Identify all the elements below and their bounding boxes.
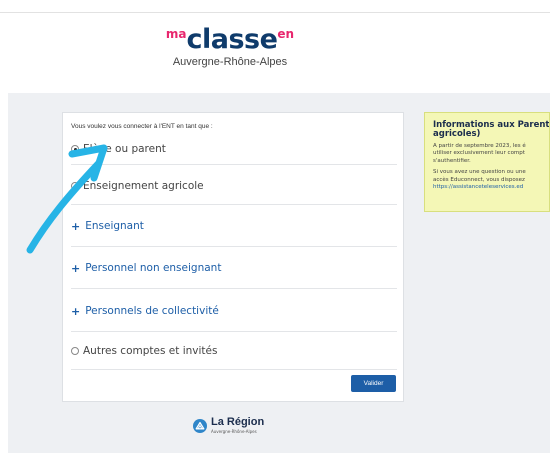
divider	[71, 246, 397, 247]
divider	[71, 164, 397, 165]
login-prompt: Vous voulez vous connecter à l'ENT en ta…	[71, 123, 213, 130]
option-personnel-non-enseignant[interactable]: + Personnel non enseignant	[71, 258, 221, 278]
info-text-line: s'authentifier.	[433, 157, 471, 164]
option-eleve-parent[interactable]: Elève ou parent	[71, 139, 166, 159]
radio-unchecked-icon[interactable]	[71, 347, 79, 355]
option-autres-comptes[interactable]: Autres comptes et invités	[71, 341, 217, 361]
plus-icon: +	[71, 304, 81, 318]
info-text-line: A partir de septembre 2023, les é	[433, 142, 526, 149]
logo-ma: ma	[165, 27, 187, 41]
radio-unchecked-icon[interactable]	[71, 182, 79, 190]
option-label: Personnels de collectivité	[85, 305, 219, 317]
info-title-line: agricoles)	[433, 128, 481, 139]
option-personnels-collectivite[interactable]: + Personnels de collectivité	[71, 301, 219, 321]
divider	[71, 369, 397, 370]
logo-classe: classe	[186, 24, 278, 55]
logo-subtitle: Auvergne-Rhône-Alpes	[172, 56, 288, 68]
option-label: Enseignement agricole	[83, 180, 204, 192]
maclasseen-logo: maclasseen Auvergne-Rhône-Alpes	[160, 26, 300, 68]
divider	[71, 288, 397, 289]
region-subtitle: Auvergne-Rhône-Alpes	[211, 429, 257, 434]
divider	[71, 204, 397, 205]
region-logo-icon	[193, 418, 207, 433]
logo-en: en	[277, 27, 295, 41]
valider-button[interactable]: Valider	[351, 375, 396, 392]
assistance-link[interactable]: https://assistanceteleservices.ed	[433, 184, 549, 191]
info-text-line: utiliser exclusivement leur compt	[433, 150, 525, 157]
info-paragraph: Si vous avez une question ou une accès E…	[433, 169, 549, 191]
info-text-line: Si vous avez une question ou une	[433, 169, 526, 176]
plus-icon: +	[71, 261, 81, 275]
option-label: Personnel non enseignant	[85, 262, 222, 274]
plus-icon: +	[71, 219, 81, 233]
top-divider	[0, 12, 550, 13]
divider	[71, 331, 397, 332]
la-region-logo: La Région Auvergne-Rhône-Alpes	[193, 417, 264, 434]
info-box: Informations aux Parents agricoles) A pa…	[424, 112, 550, 212]
info-paragraph: A partir de septembre 2023, les é utilis…	[433, 143, 549, 165]
login-card: Vous voulez vous connecter à l'ENT en ta…	[62, 112, 404, 402]
info-title: Informations aux Parents agricoles)	[433, 121, 549, 139]
option-label: Autres comptes et invités	[83, 345, 218, 357]
option-label: Elève ou parent	[83, 143, 166, 155]
option-label: Enseignant	[85, 220, 144, 232]
option-enseignement-agricole[interactable]: Enseignement agricole	[71, 176, 204, 196]
option-enseignant[interactable]: + Enseignant	[71, 216, 144, 236]
info-text-line: accès Educonnect, vous disposez	[433, 176, 525, 183]
radio-checked-icon[interactable]	[71, 145, 79, 153]
region-name: La Région	[211, 416, 265, 428]
